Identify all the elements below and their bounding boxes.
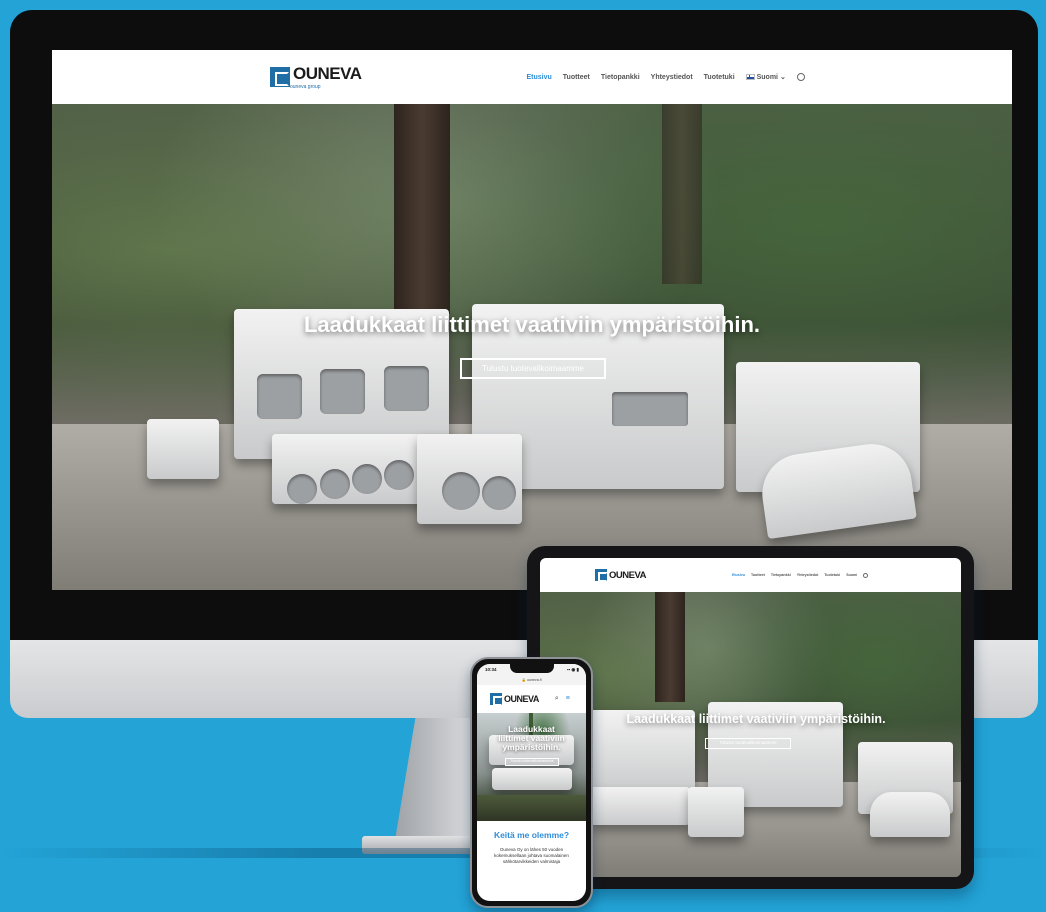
tree-trunk: [662, 104, 702, 284]
phone-screen: 10:34 ▪▪ ◉ ▮ 🔒 ouneva.fi OUNEVA ⌕ ≡ Laad…: [477, 664, 586, 901]
tablet-screen: OUNEVA Etusivu Tuotteet Tietopankki Yhte…: [540, 558, 961, 877]
connector-socket: [257, 374, 302, 419]
status-icons: ▪▪ ◉ ▮: [566, 667, 579, 672]
junction-box-opening: [612, 392, 688, 426]
search-icon[interactable]: [863, 572, 869, 578]
search-icon[interactable]: [796, 73, 805, 81]
nav-item-contact[interactable]: Yhteystiedot: [797, 573, 819, 577]
language-selector[interactable]: Suomi ⌄: [745, 73, 786, 81]
product-cable-gland-block: [590, 787, 690, 825]
logo-text: OUNEVA: [293, 64, 362, 83]
browser-url-bar[interactable]: 🔒 ouneva.fi: [477, 676, 586, 685]
phone-site-logo[interactable]: OUNEVA: [490, 693, 539, 706]
status-time: 10:34: [485, 667, 497, 672]
product-double-gland: [688, 787, 744, 837]
product-bent-bracket: [870, 792, 950, 837]
nav-item-products[interactable]: Tuotteet: [751, 573, 765, 577]
language-label: Suomi: [756, 74, 778, 81]
site-logo[interactable]: OUNEVA ouneva group: [270, 64, 362, 90]
product-small-connector: [147, 419, 219, 479]
desktop-header: OUNEVA ouneva group Etusivu Tuotteet Tie…: [52, 50, 1012, 104]
logo-mark-icon: [270, 67, 290, 87]
nav-item-support[interactable]: Tuotetuki: [704, 74, 735, 81]
nav-item-datasheets[interactable]: Tietopankki: [771, 573, 791, 577]
about-heading: Keitä me olemme?: [493, 830, 570, 840]
cable-gland: [384, 460, 414, 490]
desktop-screen: OUNEVA ouneva group Etusivu Tuotteet Tie…: [52, 50, 1012, 590]
cable-gland: [482, 476, 516, 510]
soil-bed: [477, 795, 586, 821]
cable-gland: [352, 464, 382, 494]
hero-section: Laadukkaat liittimet vaativiin ympäristö…: [52, 104, 1012, 590]
connector-socket: [384, 366, 429, 411]
logo-subtext: ouneva group: [290, 84, 321, 90]
menu-icon[interactable]: ≡: [566, 695, 570, 703]
phone-device: 10:34 ▪▪ ◉ ▮ 🔒 ouneva.fi OUNEVA ⌕ ≡ Laad…: [470, 657, 593, 908]
phone-header-icons: ⌕ ≡: [555, 695, 570, 703]
nav-item-contact[interactable]: Yhteystiedot: [651, 74, 693, 81]
tablet-header: OUNEVA Etusivu Tuotteet Tietopankki Yhte…: [540, 558, 961, 592]
logo-mark-icon: [595, 569, 608, 582]
chevron-down-icon: ⌄: [779, 74, 786, 81]
logo-mark-icon: [490, 693, 503, 706]
logo-text: OUNEVA: [504, 694, 539, 704]
phone-hero-title: Laadukkaat liittimet vaativiin ympäristö…: [477, 725, 586, 752]
cable-gland: [320, 469, 350, 499]
nav-item-support[interactable]: Tuotetuki: [824, 573, 840, 577]
phone-hero-cta-button[interactable]: Tutustu tuotevalikoimaamme: [505, 758, 559, 766]
phone-hero-title-line: ympäristöihin.: [502, 742, 561, 752]
tree-trunk: [394, 104, 450, 314]
tree-trunk: [655, 592, 685, 702]
connector-socket: [320, 369, 365, 414]
phone-header: OUNEVA ⌕ ≡: [477, 685, 586, 713]
cable-gland: [287, 474, 317, 504]
about-text: Ouneva Oy on lähes 50 vuoden kokemuksell…: [494, 847, 569, 864]
nav-item-home[interactable]: Etusivu: [526, 74, 551, 81]
nav-item-products[interactable]: Tuotteet: [563, 74, 590, 81]
language-selector[interactable]: Suomi: [846, 573, 857, 577]
cable-gland: [442, 472, 480, 510]
tablet-device: OUNEVA Etusivu Tuotteet Tietopankki Yhte…: [527, 546, 974, 889]
tablet-hero-title: Laadukkaat liittimet vaativiin ympäristö…: [626, 712, 886, 726]
tablet-nav: Etusivu Tuotteet Tietopankki Yhteystiedo…: [732, 572, 869, 578]
main-nav: Etusivu Tuotteet Tietopankki Yhteystiedo…: [526, 73, 805, 81]
hero-cta-button[interactable]: Tutustu tuotevalikoimaamme: [460, 358, 606, 379]
finnish-flag-icon: [745, 74, 755, 81]
hero-title: Laadukkaat liittimet vaativiin ympäristö…: [303, 312, 761, 337]
tablet-hero-cta-button[interactable]: Tutustu tuotevalikoimaamme: [705, 738, 791, 749]
nav-item-home[interactable]: Etusivu: [732, 573, 745, 577]
phone-notch: [509, 664, 554, 673]
tablet-hero-section: Laadukkaat liittimet vaativiin ympäristö…: [540, 592, 961, 877]
nav-item-datasheets[interactable]: Tietopankki: [601, 74, 640, 81]
product-cable-gland-block: [492, 768, 572, 790]
tablet-site-logo[interactable]: OUNEVA: [595, 569, 646, 582]
logo-text: OUNEVA: [609, 569, 646, 581]
search-icon[interactable]: ⌕: [555, 695, 559, 703]
